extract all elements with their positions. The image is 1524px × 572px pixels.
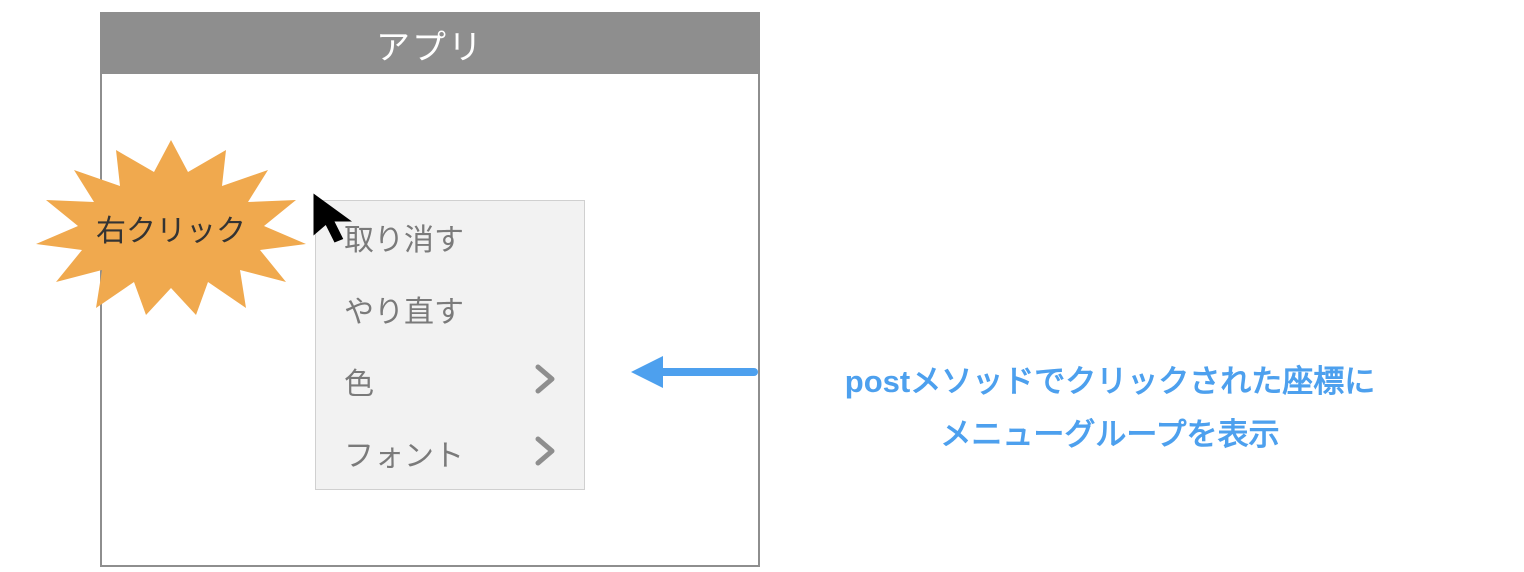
chevron-right-icon [534,361,556,401]
annotation-arrow-icon [629,342,759,407]
menu-item-label: 色 [344,359,374,403]
annotation-text: postメソッドでクリックされた座標に メニューグループを表示 [760,356,1460,461]
window-title-bar: アプリ [102,14,758,74]
right-click-badge: 右クリック [36,140,306,315]
menu-item-color[interactable]: 色 [316,345,584,417]
annotation-line-2: メニューグループを表示 [760,409,1460,462]
menu-item-redo[interactable]: やり直す [316,273,584,345]
window-title: アプリ [376,20,484,69]
annotation-line-1: postメソッドでクリックされた座標に [760,356,1460,409]
right-click-badge-label: 右クリック [36,140,306,315]
menu-item-label: フォント [344,431,464,475]
menu-item-label: やり直す [344,287,464,331]
cursor-icon [310,190,366,251]
chevron-right-icon [534,433,556,473]
menu-item-font[interactable]: フォント [316,417,584,489]
